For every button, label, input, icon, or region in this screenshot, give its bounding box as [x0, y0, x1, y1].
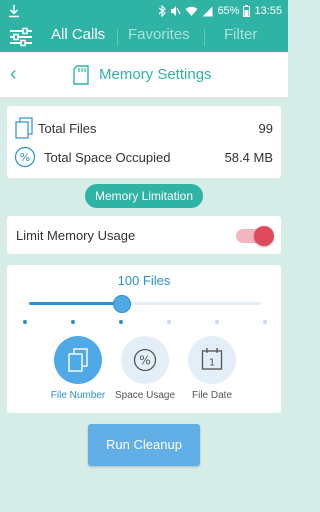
mode-space-usage[interactable]: % Space Usage	[115, 336, 175, 401]
percent-icon: %	[14, 146, 36, 168]
filter-settings-icon[interactable]	[9, 27, 33, 47]
mode-file-number[interactable]: File Number	[48, 336, 108, 401]
status-bar: 65% 13:55	[0, 0, 288, 22]
tab-all-calls[interactable]: All Calls	[51, 26, 105, 43]
bluetooth-icon	[159, 5, 167, 17]
limit-memory-toggle[interactable]	[236, 226, 274, 246]
calendar-icon: 1	[201, 348, 223, 370]
clock: 13:55	[254, 5, 282, 17]
battery-icon	[243, 5, 251, 17]
svg-text:1: 1	[209, 358, 215, 369]
mode-circle: 1	[188, 336, 236, 384]
slider-step-dot[interactable]	[215, 320, 219, 324]
percent-icon: %	[133, 348, 157, 372]
total-files-row: Total Files 99	[7, 114, 281, 142]
page-title: Memory Settings	[99, 66, 212, 83]
mute-icon	[171, 6, 181, 16]
wifi-icon	[185, 6, 198, 16]
mode-circle: %	[121, 336, 169, 384]
slider-thumb[interactable]	[112, 295, 131, 313]
total-files-value: 99	[258, 121, 273, 136]
download-icon	[9, 5, 19, 18]
signal-icon	[202, 6, 213, 16]
files-icon	[68, 348, 88, 372]
tab-filter[interactable]: Filter	[224, 26, 257, 43]
svg-text:%: %	[139, 354, 150, 368]
slider-step-dot[interactable]	[263, 320, 267, 324]
space-occupied-row: % Total Space Occupied 58.4 MB	[7, 143, 281, 171]
limit-memory-label: Limit Memory Usage	[16, 228, 136, 243]
slider-step-dot[interactable]	[71, 320, 75, 324]
toggle-knob	[254, 226, 274, 246]
mode-file-number-label: File Number	[50, 390, 106, 401]
slider-step-dot[interactable]	[119, 320, 123, 324]
space-occupied-value: 58.4 MB	[224, 150, 273, 165]
app-bar: All Calls Favorites Filter	[0, 22, 288, 52]
slider-step-dot[interactable]	[167, 320, 171, 324]
limit-memory-card: Limit Memory Usage	[7, 216, 281, 254]
tab-favorites[interactable]: Favorites	[128, 26, 190, 43]
run-cleanup-button[interactable]: Run Cleanup	[88, 424, 200, 466]
slider-value-text: 100 Files	[117, 273, 171, 288]
mode-circle	[54, 336, 102, 384]
slider-track-fill	[29, 302, 122, 305]
slider-step-dot[interactable]	[23, 320, 27, 324]
back-chevron-icon[interactable]: ‹	[10, 64, 17, 84]
space-occupied-label: Total Space Occupied	[44, 150, 171, 165]
battery-percent: 65%	[217, 5, 240, 17]
sd-card-icon	[73, 65, 89, 85]
svg-text:%: %	[20, 151, 30, 164]
tab-divider	[117, 28, 118, 46]
files-icon	[15, 117, 33, 139]
limit-slider-card: 100 Files File Number % Space Usage 1 Fi…	[7, 265, 281, 413]
memory-limitation-badge: Memory Limitation	[85, 184, 203, 208]
mode-file-date-label: File Date	[191, 390, 232, 401]
tab-divider	[204, 28, 205, 46]
page-header: ‹ Memory Settings	[0, 52, 288, 98]
mode-space-usage-label: Space Usage	[115, 390, 176, 401]
mode-file-date[interactable]: 1 File Date	[182, 336, 242, 401]
storage-summary-card: Total Files 99 % Total Space Occupied 58…	[7, 106, 281, 178]
total-files-label: Total Files	[38, 121, 97, 136]
